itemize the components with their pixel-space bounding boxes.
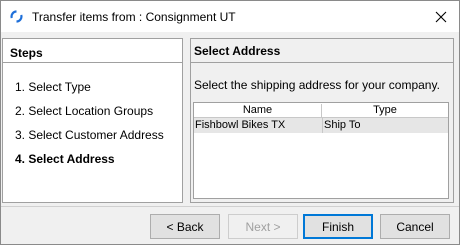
column-header-name[interactable]: Name <box>194 104 322 118</box>
finish-button[interactable]: Finish <box>303 214 373 239</box>
address-table[interactable]: Name Type Fishbowl Bikes TX Ship To <box>193 102 449 199</box>
title-bar: Transfer items from : Consignment UT <box>1 1 459 32</box>
column-header-type[interactable]: Type <box>322 104 448 118</box>
close-icon <box>435 11 447 22</box>
table-header: Name Type <box>194 103 448 118</box>
steps-title: Steps <box>10 46 43 60</box>
steps-header: Steps <box>3 39 182 63</box>
close-button[interactable] <box>423 1 459 32</box>
next-button[interactable]: Next > <box>228 214 298 239</box>
step-select-type: 1. Select Type <box>15 80 91 94</box>
back-button[interactable]: < Back <box>150 214 220 239</box>
step-select-customer-address: 3. Select Customer Address <box>15 128 164 142</box>
instruction-text: Select the shipping address for your com… <box>194 78 440 92</box>
window-title: Transfer items from : Consignment UT <box>32 10 236 24</box>
cell-type: Ship To <box>324 119 361 131</box>
refresh-arrows-icon <box>10 10 23 23</box>
column-divider <box>322 118 323 133</box>
steps-panel: Steps 1. Select Type 2. Select Location … <box>2 38 183 203</box>
cell-name: Fishbowl Bikes TX <box>195 119 286 131</box>
page-title: Select Address <box>194 44 281 58</box>
step-select-address: 4. Select Address <box>15 152 115 166</box>
main-header: Select Address <box>191 39 453 63</box>
transfer-dialog: Transfer items from : Consignment UT Ste… <box>0 0 460 245</box>
main-panel: Select Address Select the shipping addre… <box>190 38 454 203</box>
button-bar-separator <box>1 206 459 207</box>
cancel-button[interactable]: Cancel <box>380 214 450 239</box>
step-select-location-groups: 2. Select Location Groups <box>15 104 154 118</box>
table-row[interactable]: Fishbowl Bikes TX Ship To <box>194 118 448 133</box>
